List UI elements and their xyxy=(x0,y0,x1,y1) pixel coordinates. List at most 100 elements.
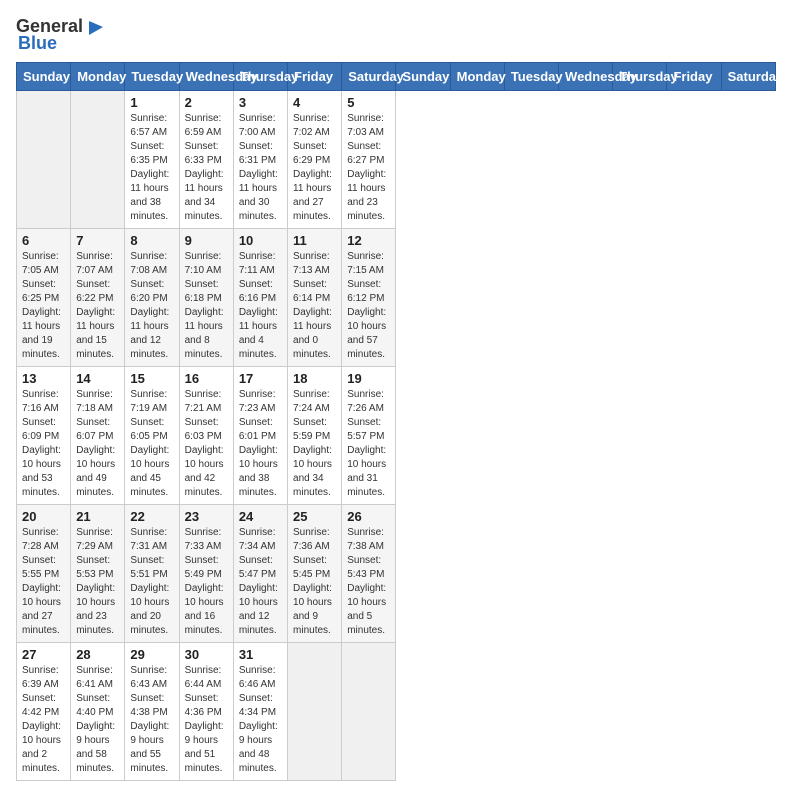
day-info: Sunrise: 7:05 AM Sunset: 6:25 PM Dayligh… xyxy=(22,250,65,362)
calendar-week-row: 1Sunrise: 6:57 AM Sunset: 6:35 PM Daylig… xyxy=(17,91,776,229)
calendar-cell: 19 Sunrise: 7:26 AM Sunset: 5:57 PM Dayli… xyxy=(342,367,396,505)
day-info: Sunrise: 6:46 AM Sunset: 4:34 PM Dayligh… xyxy=(239,664,282,776)
day-number: 20 xyxy=(22,509,65,524)
day-info: Sunrise: 7:00 AM Sunset: 6:31 PM Dayligh… xyxy=(239,112,282,224)
calendar-cell: 5 Sunrise: 7:03 AM Sunset: 6:27 PM Daylig… xyxy=(342,91,396,229)
day-number: 25 xyxy=(293,509,336,524)
page-header: General Blue xyxy=(16,16,776,54)
day-number: 29 xyxy=(130,647,173,662)
day-number: 4 xyxy=(293,95,336,110)
day-number: 13 xyxy=(22,371,65,386)
day-of-week-saturday: Saturday xyxy=(721,63,775,91)
calendar-cell: 29Sunrise: 6:43 AM Sunset: 4:38 PM Dayli… xyxy=(125,643,179,781)
calendar-cell: 18Sunrise: 7:24 AM Sunset: 5:59 PM Dayli… xyxy=(288,367,342,505)
calendar-cell: 2Sunrise: 6:59 AM Sunset: 6:33 PM Daylig… xyxy=(179,91,233,229)
day-of-week-header: Tuesday xyxy=(125,63,179,91)
day-of-week-header: Saturday xyxy=(342,63,396,91)
day-of-week-sunday: Sunday xyxy=(396,63,450,91)
day-info: Sunrise: 7:36 AM Sunset: 5:45 PM Dayligh… xyxy=(293,526,336,638)
day-number: 23 xyxy=(185,509,228,524)
calendar-cell: 12 Sunrise: 7:15 AM Sunset: 6:12 PM Dayli… xyxy=(342,229,396,367)
day-info: Sunrise: 6:41 AM Sunset: 4:40 PM Dayligh… xyxy=(76,664,119,776)
calendar-cell: 22 Sunrise: 7:31 AM Sunset: 5:51 PM Dayli… xyxy=(125,505,179,643)
calendar-cell: 26 Sunrise: 7:38 AM Sunset: 5:43 PM Dayli… xyxy=(342,505,396,643)
calendar-cell: 28Sunrise: 6:41 AM Sunset: 4:40 PM Dayli… xyxy=(71,643,125,781)
calendar-cell xyxy=(17,91,71,229)
calendar-cell: 1Sunrise: 6:57 AM Sunset: 6:35 PM Daylig… xyxy=(125,91,179,229)
day-info: Sunrise: 7:16 AM Sunset: 6:09 PM Dayligh… xyxy=(22,388,65,500)
calendar-cell xyxy=(71,91,125,229)
day-info: Sunrise: 7:18 AM Sunset: 6:07 PM Dayligh… xyxy=(76,388,119,500)
day-number: 30 xyxy=(185,647,228,662)
calendar-cell: 15Sunrise: 7:19 AM Sunset: 6:05 PM Dayli… xyxy=(125,367,179,505)
day-number: 5 xyxy=(347,95,390,110)
calendar-cell: 7 Sunrise: 7:07 AM Sunset: 6:22 PM Daylig… xyxy=(71,229,125,367)
day-of-week-header: Monday xyxy=(71,63,125,91)
day-info: Sunrise: 7:19 AM Sunset: 6:05 PM Dayligh… xyxy=(130,388,173,500)
day-info: Sunrise: 7:10 AM Sunset: 6:18 PM Dayligh… xyxy=(185,250,228,362)
day-info: Sunrise: 7:11 AM Sunset: 6:16 PM Dayligh… xyxy=(239,250,282,362)
day-info: Sunrise: 7:07 AM Sunset: 6:22 PM Dayligh… xyxy=(76,250,119,362)
logo-arrow-icon xyxy=(85,17,105,37)
day-of-week-header: Thursday xyxy=(233,63,287,91)
day-number: 12 xyxy=(347,233,390,248)
day-info: Sunrise: 7:34 AM Sunset: 5:47 PM Dayligh… xyxy=(239,526,282,638)
day-of-week-thursday: Thursday xyxy=(613,63,667,91)
day-number: 10 xyxy=(239,233,282,248)
day-info: Sunrise: 7:13 AM Sunset: 6:14 PM Dayligh… xyxy=(293,250,336,362)
logo-blue-text: Blue xyxy=(16,33,57,54)
calendar-table: SundayMondayTuesdayWednesdayThursdayFrid… xyxy=(16,62,776,781)
day-of-week-tuesday: Tuesday xyxy=(504,63,558,91)
calendar-week-row: 20 Sunrise: 7:28 AM Sunset: 5:55 PM Dayli… xyxy=(17,505,776,643)
day-info: Sunrise: 7:26 AM Sunset: 5:57 PM Dayligh… xyxy=(347,388,390,500)
day-number: 6 xyxy=(22,233,65,248)
day-number: 14 xyxy=(76,371,119,386)
calendar-cell: 31 Sunrise: 6:46 AM Sunset: 4:34 PM Dayli… xyxy=(233,643,287,781)
calendar-week-row: 6 Sunrise: 7:05 AM Sunset: 6:25 PM Daylig… xyxy=(17,229,776,367)
calendar-week-row: 27Sunrise: 6:39 AM Sunset: 4:42 PM Dayli… xyxy=(17,643,776,781)
calendar-cell: 25 Sunrise: 7:36 AM Sunset: 5:45 PM Dayli… xyxy=(288,505,342,643)
calendar-cell xyxy=(288,643,342,781)
day-number: 2 xyxy=(185,95,228,110)
day-number: 19 xyxy=(347,371,390,386)
day-info: Sunrise: 7:28 AM Sunset: 5:55 PM Dayligh… xyxy=(22,526,65,638)
day-number: 18 xyxy=(293,371,336,386)
day-number: 17 xyxy=(239,371,282,386)
day-number: 7 xyxy=(76,233,119,248)
day-info: Sunrise: 7:38 AM Sunset: 5:43 PM Dayligh… xyxy=(347,526,390,638)
calendar-header-row: SundayMondayTuesdayWednesdayThursdayFrid… xyxy=(17,63,776,91)
day-number: 31 xyxy=(239,647,282,662)
day-info: Sunrise: 6:44 AM Sunset: 4:36 PM Dayligh… xyxy=(185,664,228,776)
day-info: Sunrise: 7:15 AM Sunset: 6:12 PM Dayligh… xyxy=(347,250,390,362)
day-number: 26 xyxy=(347,509,390,524)
day-of-week-wednesday: Wednesday xyxy=(559,63,613,91)
day-of-week-header: Wednesday xyxy=(179,63,233,91)
calendar-cell xyxy=(342,643,396,781)
day-number: 8 xyxy=(130,233,173,248)
calendar-cell: 14 Sunrise: 7:18 AM Sunset: 6:07 PM Dayli… xyxy=(71,367,125,505)
logo: General Blue xyxy=(16,16,105,54)
calendar-cell: 30 Sunrise: 6:44 AM Sunset: 4:36 PM Dayli… xyxy=(179,643,233,781)
day-of-week-header: Friday xyxy=(288,63,342,91)
day-info: Sunrise: 6:57 AM Sunset: 6:35 PM Dayligh… xyxy=(130,112,173,224)
calendar-cell: 21Sunrise: 7:29 AM Sunset: 5:53 PM Dayli… xyxy=(71,505,125,643)
day-number: 3 xyxy=(239,95,282,110)
calendar-cell: 6 Sunrise: 7:05 AM Sunset: 6:25 PM Daylig… xyxy=(17,229,71,367)
calendar-cell: 4Sunrise: 7:02 AM Sunset: 6:29 PM Daylig… xyxy=(288,91,342,229)
calendar-cell: 8Sunrise: 7:08 AM Sunset: 6:20 PM Daylig… xyxy=(125,229,179,367)
day-info: Sunrise: 7:21 AM Sunset: 6:03 PM Dayligh… xyxy=(185,388,228,500)
day-of-week-monday: Monday xyxy=(450,63,504,91)
day-info: Sunrise: 7:31 AM Sunset: 5:51 PM Dayligh… xyxy=(130,526,173,638)
calendar-cell: 17 Sunrise: 7:23 AM Sunset: 6:01 PM Dayli… xyxy=(233,367,287,505)
calendar-cell: 24 Sunrise: 7:34 AM Sunset: 5:47 PM Dayli… xyxy=(233,505,287,643)
calendar-cell: 23Sunrise: 7:33 AM Sunset: 5:49 PM Dayli… xyxy=(179,505,233,643)
day-info: Sunrise: 7:03 AM Sunset: 6:27 PM Dayligh… xyxy=(347,112,390,224)
day-info: Sunrise: 7:23 AM Sunset: 6:01 PM Dayligh… xyxy=(239,388,282,500)
day-number: 24 xyxy=(239,509,282,524)
calendar-cell: 3 Sunrise: 7:00 AM Sunset: 6:31 PM Daylig… xyxy=(233,91,287,229)
day-of-week-header: Sunday xyxy=(17,63,71,91)
day-number: 11 xyxy=(293,233,336,248)
calendar-cell: 10 Sunrise: 7:11 AM Sunset: 6:16 PM Dayli… xyxy=(233,229,287,367)
day-number: 22 xyxy=(130,509,173,524)
day-number: 21 xyxy=(76,509,119,524)
